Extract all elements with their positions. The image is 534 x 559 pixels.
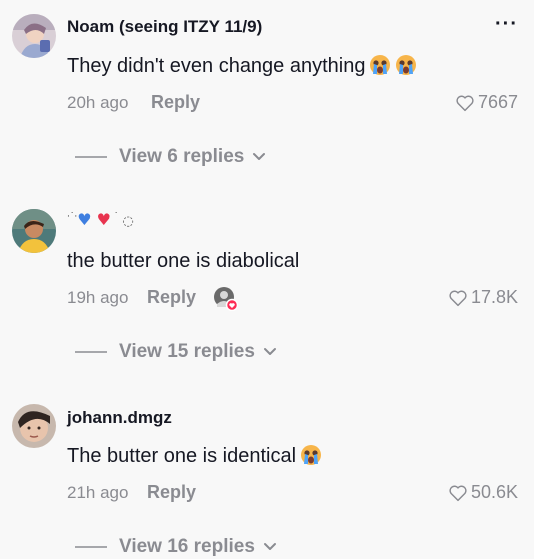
comment-author-emoji[interactable]: ·˙·♥ ♥ ˙ ◌	[67, 210, 134, 229]
reply-button[interactable]: Reply	[147, 287, 196, 308]
avatar[interactable]	[12, 209, 56, 253]
heart-icon	[449, 290, 467, 306]
comment-timestamp: 19h ago	[67, 288, 129, 307]
comment-author[interactable]: Noam (seeing ITZY 11/9)	[67, 17, 262, 37]
comment-timestamp: 21h ago	[67, 483, 129, 502]
comment-text: The butter one is identical	[67, 445, 297, 467]
crying-emoji-icon	[300, 444, 322, 466]
view-replies-button[interactable]: View 16 replies	[75, 536, 277, 558]
view-replies-button[interactable]: View 6 replies	[75, 146, 266, 168]
creator-liked-avatar	[214, 287, 239, 312]
like-button[interactable]: 17.8K	[448, 287, 518, 308]
avatar[interactable]	[12, 404, 56, 448]
comment-item: ·˙·♥ ♥ ˙ ◌ the butter one is diabolical …	[0, 190, 534, 385]
chevron-down-icon	[253, 153, 266, 160]
divider-line	[75, 351, 107, 353]
crying-emoji-icon	[369, 54, 391, 76]
chevron-down-icon	[263, 348, 276, 355]
view-replies-button[interactable]: View 15 replies	[75, 341, 277, 363]
avatar[interactable]	[12, 14, 56, 58]
comment-item: johann.dmgz The butter one is identical …	[0, 385, 534, 559]
view-replies-label: View 15 replies	[119, 341, 255, 362]
like-count: 50.6K	[470, 482, 518, 502]
reply-button[interactable]: Reply	[147, 482, 196, 503]
divider-line	[75, 156, 107, 158]
like-count: 17.8K	[470, 287, 518, 307]
divider-line	[75, 546, 107, 548]
chevron-down-icon	[263, 543, 276, 550]
more-options-icon[interactable]: ···	[495, 13, 518, 36]
like-button[interactable]: 7667	[455, 92, 518, 113]
comment-author[interactable]: johann.dmgz	[67, 408, 172, 428]
view-replies-label: View 6 replies	[119, 146, 245, 167]
view-replies-label: View 16 replies	[119, 536, 255, 557]
crying-emoji-icon	[395, 54, 417, 76]
heart-icon	[449, 485, 467, 501]
reply-button[interactable]: Reply	[151, 92, 200, 113]
like-button[interactable]: 50.6K	[448, 482, 518, 503]
heart-icon	[456, 95, 474, 111]
comment-text: They didn't even change anything	[67, 55, 366, 77]
comment-text: the butter one is diabolical	[67, 250, 300, 272]
like-count: 7667	[477, 92, 518, 112]
comment-timestamp: 20h ago	[67, 93, 129, 112]
comment-item: Noam (seeing ITZY 11/9) ··· They didn't …	[0, 0, 534, 190]
comment-body: The butter one is identical	[67, 444, 322, 468]
comment-body: They didn't even change anything	[67, 54, 417, 78]
